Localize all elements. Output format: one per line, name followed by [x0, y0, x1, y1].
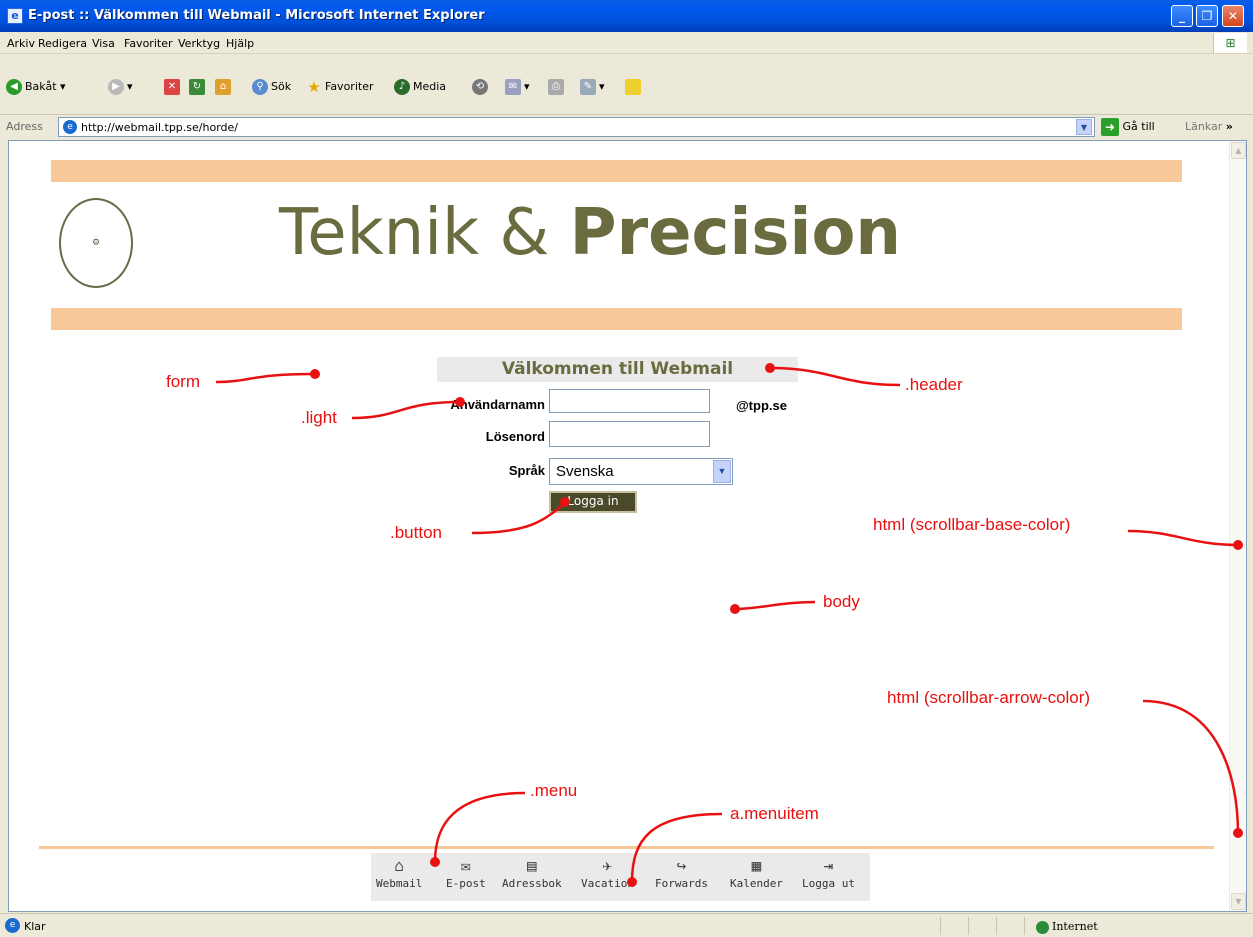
- status-divider: [940, 917, 941, 935]
- annotation-dot: [627, 877, 637, 887]
- annotation-form: form: [166, 372, 200, 391]
- page-status-icon: e: [5, 918, 20, 933]
- annotation-dot: [430, 857, 440, 867]
- status-divider: [968, 917, 969, 935]
- status-text: Klar: [24, 920, 46, 933]
- annotation-dot: [730, 604, 740, 614]
- annotation-dot: [1233, 540, 1243, 550]
- annotation-scrollbar-arrow: html (scrollbar-arrow-color): [887, 688, 1091, 707]
- annotation-button: .button: [390, 523, 442, 542]
- annotation-scrollbar-base: html (scrollbar-base-color): [873, 515, 1071, 534]
- browser-window: e E-post :: Välkommen till Webmail - Mic…: [0, 0, 1253, 937]
- annotation-body: body: [823, 592, 860, 611]
- annotation-dot: [765, 363, 775, 373]
- status-divider: [996, 917, 997, 935]
- annotation-light: .light: [301, 408, 337, 427]
- annotation-dot: [560, 497, 570, 507]
- annotation-menu: .menu: [530, 781, 578, 800]
- status-divider: [1024, 917, 1025, 935]
- annotation-menuitem: a.menuitem: [730, 804, 819, 823]
- annotation-dot: [455, 397, 465, 407]
- annotation-dot: [1233, 828, 1243, 838]
- annotation-header: .header: [905, 375, 963, 394]
- globe-icon: [1036, 920, 1049, 934]
- annotation-lines: [215, 366, 1240, 883]
- annotation-dot: [310, 369, 320, 379]
- security-zone: Internet: [1036, 920, 1098, 934]
- status-bar: e Klar Internet: [0, 913, 1253, 937]
